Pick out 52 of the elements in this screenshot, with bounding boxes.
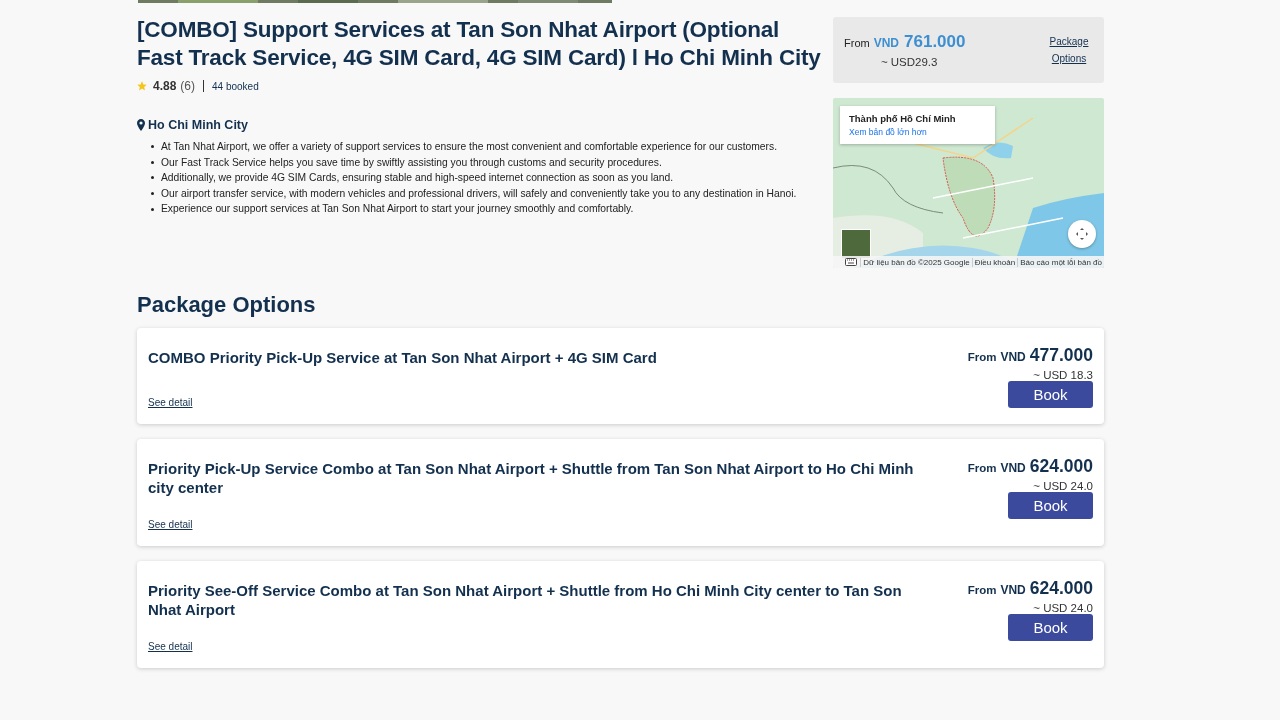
fullscreen-icon <box>1075 227 1089 241</box>
keyboard-icon[interactable] <box>845 258 858 266</box>
highlight-text: Our airport transfer service, with modern vehicles and professional drivers, will safely and conveniently take you to any destination in Hanoi. <box>161 186 797 201</box>
price-amount: 624.000 <box>1029 578 1093 599</box>
package-title: Priority See-Off Service Combo at Tan Son Nhat Airport + Shuttle from Ho Chi Minh City center to Tan Son Nhat Airport <box>148 581 903 619</box>
report-error-link[interactable]: Báo cáo một lỗi bản đồ <box>1017 257 1104 267</box>
bullet-icon <box>151 207 154 211</box>
currency-label: VND <box>1000 583 1026 597</box>
page-title: [COMBO] Support Services at Tan Son Nhat Airport (Optional Fast Track Service, 4G SIM Card, 4G SIM Card) l Ho Chi Minh City <box>137 16 822 71</box>
book-button[interactable]: Book <box>1008 381 1093 408</box>
larger-map-link[interactable]: Xem bản đồ lớn hơn <box>849 127 986 137</box>
map-data-credit: Dữ liệu bản đồ ©2025 Google <box>860 257 972 267</box>
price-label: From <box>967 351 997 363</box>
see-detail-link[interactable]: See detail <box>148 641 923 652</box>
price-label: From <box>967 462 997 474</box>
highlight-text: At Tan Nhat Airport, we offer a variety of support services to ensure the most convenient and comfortable experience for our customers. <box>161 140 778 154</box>
location-pin-icon <box>137 119 145 131</box>
place-title: Thành phố Hồ Chí Minh <box>849 113 957 124</box>
see-detail-link[interactable]: See detail <box>148 519 923 530</box>
price-label: From <box>967 584 997 596</box>
rating-score: 4.88 <box>153 79 177 93</box>
usd-price: ~ USD29.3 <box>880 56 938 68</box>
price-label: From <box>844 37 870 49</box>
usd-price: ~ USD 24.0 <box>1033 602 1093 614</box>
usd-price: ~ USD 18.3 <box>1033 369 1093 381</box>
bullet-icon <box>151 145 154 149</box>
currency-label: VND <box>1000 350 1026 364</box>
highlight-text: Experience our support services at Tan Son Nhat Airport to start your journey smoothly and comfortably. <box>161 202 634 217</box>
bullet-icon <box>151 160 154 164</box>
see-detail-link[interactable]: See detail <box>148 397 923 408</box>
star-icon <box>137 81 147 91</box>
price-amount: 761.000 <box>904 32 966 52</box>
usd-price: ~ USD 24.0 <box>1033 480 1093 492</box>
booked-count: 44 booked <box>212 80 259 92</box>
location-name: Ho Chi Minh City <box>148 118 248 132</box>
currency-label: VND <box>1000 461 1026 475</box>
currency-label: VND <box>873 36 899 50</box>
bullet-icon <box>151 176 154 180</box>
review-count: (6) <box>180 79 196 93</box>
package-title: COMBO Priority Pick-Up Service at Tan Son Nhat Airport + 4G SIM Card <box>148 348 658 367</box>
price-amount: 477.000 <box>1029 345 1093 366</box>
package-title: Priority Pick-Up Service Combo at Tan Son Nhat Airport + Shuttle from Tan Son Nhat Airport to Ho Chi Minh city center <box>148 459 915 497</box>
section-heading: Package Options <box>137 292 317 318</box>
terms-link[interactable]: Điều khoản <box>971 257 1018 267</box>
book-button[interactable]: Book <box>1008 492 1093 519</box>
highlight-text: Additionally, we provide 4G SIM Cards, ensuring stable and high-speed internet connection as soon as you land. <box>161 171 674 186</box>
bullet-icon <box>151 192 154 196</box>
book-button[interactable]: Book <box>1008 614 1093 641</box>
highlight-text: Our Fast Track Service helps you save time by swiftly assisting you through customs and security procedures. <box>161 155 662 170</box>
satellite-toggle[interactable] <box>841 229 871 259</box>
price-amount: 624.000 <box>1029 456 1093 477</box>
package-options-link[interactable]: Package Options <box>1046 33 1092 67</box>
